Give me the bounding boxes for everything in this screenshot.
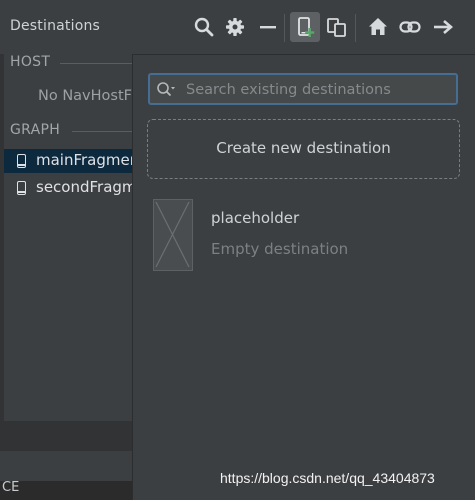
minus-icon[interactable] [256, 15, 280, 39]
graph-section-label: GRAPH [10, 122, 61, 138]
graph-item-label: secondFragment [36, 178, 134, 196]
new-destination-button[interactable] [290, 12, 320, 42]
host-section-label: HOST [10, 54, 51, 70]
toolbar-separator [355, 14, 356, 42]
destinations-tree [0, 54, 134, 421]
search-icon [157, 82, 175, 97]
graph-section-divider [72, 131, 132, 132]
destination-search-input[interactable] [184, 78, 456, 102]
link-icon[interactable] [398, 15, 422, 39]
create-new-destination-button[interactable]: Create new destination [147, 119, 460, 179]
graph-item-main-fragment[interactable]: mainFragment [4, 149, 134, 173]
graph-item-second-fragment[interactable]: secondFragment [4, 176, 134, 200]
create-new-destination-label: Create new destination [216, 139, 391, 157]
home-icon[interactable] [366, 15, 390, 39]
bottom-strip [0, 421, 134, 451]
destination-subtitle: Empty destination [211, 240, 349, 258]
bottom-strip [0, 451, 134, 481]
arrow-right-icon[interactable] [431, 15, 455, 39]
new-destination-icon [298, 17, 315, 37]
navigation-editor-window: Destinations HOST No GRAPH mainFragme se… [0, 0, 475, 500]
host-section-divider [60, 63, 132, 64]
watermark-url: https://blog.csdn.net/qq_43404873 [220, 470, 435, 486]
search-icon[interactable] [192, 15, 216, 39]
nested-graph-icon[interactable] [325, 15, 349, 39]
destination-search-box[interactable] [148, 73, 458, 105]
panel-edge [0, 54, 4, 421]
bottom-strip [0, 481, 134, 500]
placeholder-thumbnail-icon [155, 201, 190, 268]
fragment-icon [17, 154, 26, 168]
gear-icon[interactable] [223, 15, 247, 39]
destinations-header: Destinations [0, 0, 475, 54]
destination-thumbnail[interactable] [153, 199, 193, 271]
fragment-icon [17, 181, 26, 195]
bottom-text: CE [2, 480, 20, 495]
panel-title: Destinations [10, 18, 101, 34]
destination-name[interactable]: placeholder [211, 209, 299, 227]
toolbar-separator [284, 14, 285, 42]
graph-item-label: mainFragment [36, 151, 134, 169]
